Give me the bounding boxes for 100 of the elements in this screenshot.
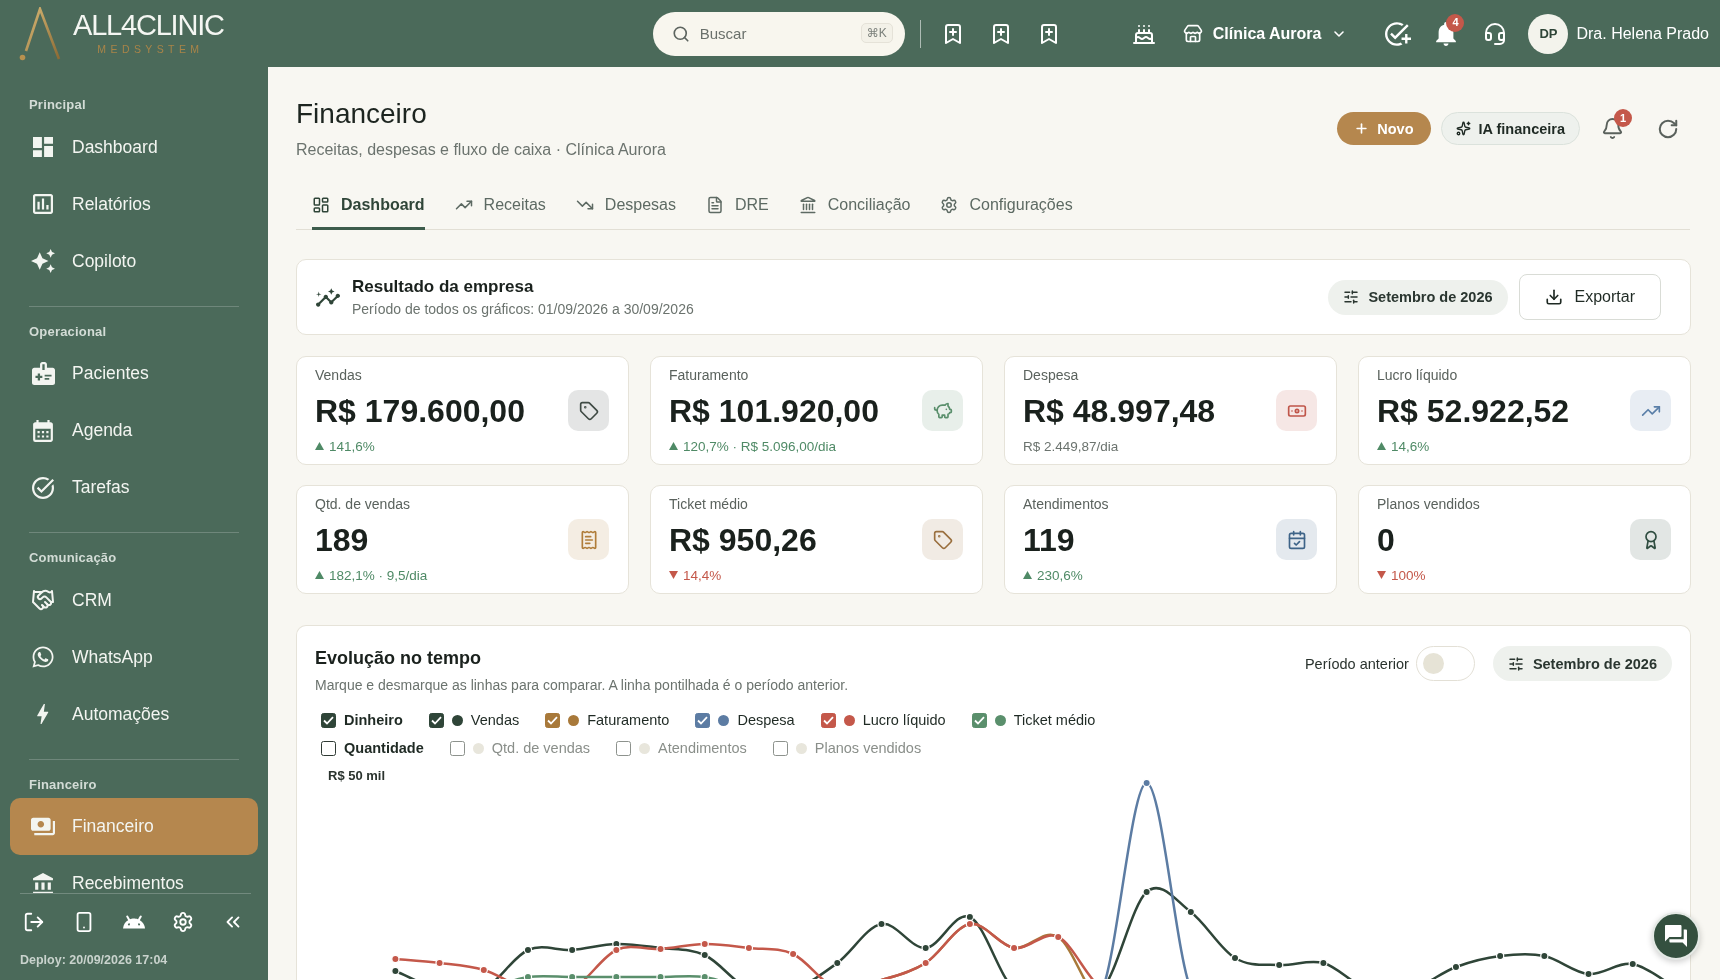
clinic-selector[interactable]: Clínica Aurora: [1182, 23, 1348, 44]
kpi-value: R$ 101.920,00: [669, 392, 879, 431]
legend-checkbox[interactable]: [428, 712, 444, 728]
deploy-info: Deploy: 20/09/2026 17:04: [20, 952, 168, 968]
logout-icon[interactable]: [23, 911, 45, 933]
nav-item[interactable]: Relatórios: [10, 175, 258, 233]
nav-item[interactable]: Agenda: [10, 402, 258, 459]
legend-checkbox[interactable]: [321, 712, 336, 728]
alert-count-badge: 1: [1614, 109, 1632, 127]
legend-checkbox[interactable]: [820, 712, 836, 728]
legend-checkbox[interactable]: [545, 712, 561, 728]
kpi-value: R$ 950,26: [669, 521, 817, 560]
legend-label: Lucro líquido: [862, 712, 946, 728]
chart-point: [479, 965, 488, 975]
nav-item[interactable]: Financeiro: [10, 798, 258, 855]
chart-point: [921, 958, 930, 968]
nav-item[interactable]: Copiloto: [10, 232, 258, 290]
section-title: Comunicação: [29, 549, 117, 567]
tab[interactable]: Conciliação: [798, 182, 911, 230]
chart-point: [1054, 932, 1063, 942]
export-button[interactable]: Exportar: [1518, 274, 1661, 320]
tab[interactable]: Despesas: [575, 182, 676, 230]
legend-checkbox[interactable]: [321, 740, 336, 756]
sparkles-icon: [1455, 121, 1471, 136]
period-button[interactable]: Setembro de 2026: [1328, 279, 1508, 315]
axis-label: R$ 50 mil: [328, 768, 386, 783]
legend-label: Qtd. de vendas: [491, 740, 591, 756]
legend-checkbox[interactable]: [971, 712, 987, 728]
chart-point: [1142, 778, 1151, 788]
settings-icon[interactable]: [172, 911, 195, 933]
nav-item[interactable]: WhatsApp: [10, 628, 258, 686]
nav-item[interactable]: Tarefas: [10, 459, 258, 516]
summary-subtitle: Período de todos os gráficos: 01/09/2026 a 30/09/2026: [352, 300, 694, 318]
legend-checkbox[interactable]: [449, 740, 465, 756]
kpi-change: 182,1% · 9,5/dia: [329, 567, 428, 583]
kpi-change: 120,7% · R$ 5.096,00/dia: [683, 438, 837, 454]
legend-checkbox[interactable]: [616, 740, 632, 756]
user-name: Dra. Helena Prado: [1576, 24, 1709, 43]
chart-point: [1628, 959, 1637, 969]
legend-label: Dinheiro: [344, 712, 403, 728]
compare-label: Período anterior: [1304, 655, 1409, 672]
legend-label: Despesa: [737, 712, 795, 728]
chart-point: [1319, 958, 1328, 968]
user-avatar[interactable]: DP: [1528, 13, 1569, 54]
chart-point: [1451, 962, 1461, 972]
nav-item[interactable]: CRM: [10, 571, 258, 629]
kpi-value: 189: [315, 521, 369, 560]
nav-item[interactable]: Automações: [10, 685, 258, 743]
legend-checkbox[interactable]: [695, 712, 711, 728]
chart-point: [744, 943, 754, 953]
plus-icon: [1354, 121, 1370, 136]
period-button[interactable]: Setembro de 2026: [1492, 646, 1672, 681]
kpi-change: 141,6%: [329, 438, 375, 454]
kpi-change: R$ 2.449,87/dia: [1023, 438, 1119, 454]
chart-point: [1009, 943, 1019, 953]
legend-label: Planos vendidos: [814, 740, 922, 756]
tab[interactable]: DRE: [706, 182, 769, 230]
legend-label: Vendas: [470, 712, 520, 728]
chart-point: [965, 912, 975, 922]
page-title: Financeiro: [296, 97, 427, 131]
nav-item[interactable]: Recebimentos: [10, 855, 258, 893]
ai-button[interactable]: IA financeira: [1440, 112, 1580, 145]
banknotes-icon: [31, 817, 55, 836]
compare-toggle[interactable]: [1415, 646, 1475, 681]
tab[interactable]: Receitas: [454, 182, 546, 230]
chart-point: [700, 939, 709, 949]
check-plus-icon[interactable]: [1385, 21, 1412, 46]
kpi-value: R$ 179.600,00: [315, 392, 525, 431]
legend-label: Quantidade: [344, 740, 424, 756]
chart-point: [391, 954, 400, 964]
tab[interactable]: Dashboard: [312, 182, 425, 230]
legend-checkbox[interactable]: [772, 740, 788, 756]
bank-icon: [33, 872, 53, 893]
chart-point: [435, 958, 444, 968]
headset-icon[interactable]: [1483, 21, 1508, 46]
chart-point: [1230, 953, 1240, 963]
nav-item[interactable]: Pacientes: [10, 345, 258, 402]
kpi-value: 0: [1377, 521, 1395, 560]
kpi-change: 14,4%: [683, 567, 722, 583]
notification-badge: 4: [1446, 13, 1465, 32]
chart-point: [788, 949, 798, 959]
phone-bubble-icon: [31, 645, 55, 669]
nav-item[interactable]: Dashboard: [10, 118, 258, 176]
download-icon: [1544, 288, 1563, 306]
kpi-label: Ticket médio: [669, 495, 748, 513]
new-button[interactable]: Novo: [1337, 112, 1431, 145]
chart-point: [1186, 907, 1195, 917]
section-title: Principal: [29, 96, 86, 114]
sliders-icon: [1507, 655, 1524, 672]
tab[interactable]: Configurações: [940, 182, 1073, 230]
chart-point: [612, 945, 621, 955]
refresh-icon[interactable]: [1657, 117, 1679, 140]
sparkle-trend-icon: [316, 287, 340, 307]
dashboard-grid-icon: [312, 195, 330, 214]
kpi-label: Vendas: [315, 366, 362, 384]
chart-point: [921, 943, 930, 953]
settings-icon: [940, 195, 959, 214]
medical-id-icon: [31, 362, 55, 385]
page-subtitle: Receitas, despesas e fluxo de caixa · Clínica Aurora: [296, 140, 666, 160]
sliders-icon: [1343, 289, 1360, 305]
